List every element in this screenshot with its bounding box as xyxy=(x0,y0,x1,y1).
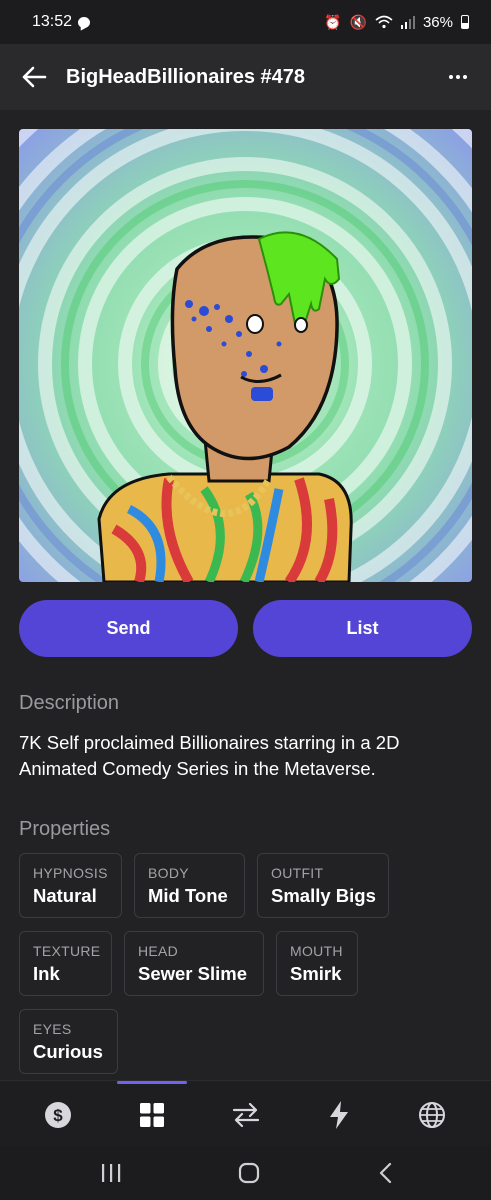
property-card: HEAD Sewer Slime xyxy=(124,931,264,996)
back-icon xyxy=(379,1162,392,1184)
battery-percent: 36% xyxy=(422,13,453,31)
mute-icon: 🔇 xyxy=(349,13,367,30)
more-horizontal-icon xyxy=(449,75,467,79)
property-card: OUTFIT Smally Bigs xyxy=(257,853,389,918)
recents-button[interactable] xyxy=(96,1160,126,1186)
property-key: HYPNOSIS xyxy=(33,865,108,881)
battery-icon xyxy=(461,15,469,29)
property-value: Curious xyxy=(33,1041,103,1062)
property-value: Ink xyxy=(33,963,60,984)
property-value: Smirk xyxy=(290,963,342,984)
nft-image xyxy=(19,129,472,582)
nav-browser[interactable] xyxy=(412,1095,452,1135)
chat-notification-icon xyxy=(78,16,91,28)
property-value: Natural xyxy=(33,885,97,906)
grid-icon xyxy=(140,1103,164,1127)
property-key: EYES xyxy=(33,1021,72,1037)
property-key: HEAD xyxy=(138,943,179,959)
property-key: TEXTURE xyxy=(33,943,101,959)
system-nav xyxy=(0,1146,491,1200)
wifi-icon xyxy=(375,15,393,29)
property-card: EYES Curious xyxy=(19,1009,118,1074)
svg-text:$: $ xyxy=(53,1106,63,1125)
status-time: 13:52 xyxy=(32,13,73,30)
property-card: MOUTH Smirk xyxy=(276,931,358,996)
property-card: TEXTURE Ink xyxy=(19,931,112,996)
page-title: BigHeadBillionaires #478 xyxy=(66,65,305,88)
description-heading: Description xyxy=(19,692,120,714)
nav-collectibles[interactable] xyxy=(132,1095,172,1135)
send-button[interactable]: Send xyxy=(19,600,238,657)
property-key: MOUTH xyxy=(290,943,343,959)
property-key: BODY xyxy=(148,865,189,881)
list-button[interactable]: List xyxy=(253,600,472,657)
properties-heading: Properties xyxy=(19,818,111,840)
description-text: 7K Self proclaimed Billionaires starring… xyxy=(19,732,400,779)
home-button[interactable] xyxy=(234,1160,264,1186)
property-value: Sewer Slime xyxy=(138,963,248,984)
nav-wallet[interactable]: $ xyxy=(38,1095,78,1135)
active-tab-indicator xyxy=(117,1081,187,1084)
more-button[interactable] xyxy=(433,44,483,110)
home-icon xyxy=(238,1162,260,1184)
recents-icon xyxy=(102,1164,121,1182)
nav-swap[interactable] xyxy=(226,1095,266,1135)
back-button[interactable] xyxy=(2,44,66,110)
bottom-nav: $ xyxy=(0,1080,491,1146)
arrow-left-icon xyxy=(22,66,47,88)
swap-icon xyxy=(232,1103,260,1127)
globe-icon xyxy=(419,1102,445,1128)
system-back-button[interactable] xyxy=(370,1160,400,1186)
status-bar: 13:52 ⏰ 🔇 36% xyxy=(0,0,491,44)
property-value: Smally Bigs xyxy=(271,885,376,906)
nav-activity[interactable] xyxy=(319,1095,359,1135)
property-card: BODY Mid Tone xyxy=(134,853,245,918)
status-icons: ⏰ 🔇 36% xyxy=(324,14,469,31)
lightning-icon xyxy=(330,1101,348,1129)
property-value: Mid Tone xyxy=(148,885,228,906)
signal-icon xyxy=(400,15,415,29)
dollar-icon: $ xyxy=(45,1102,71,1128)
alarm-icon: ⏰ xyxy=(324,13,342,30)
app-header: BigHeadBillionaires #478 xyxy=(0,44,491,110)
property-key: OUTFIT xyxy=(271,865,324,881)
property-card: HYPNOSIS Natural xyxy=(19,853,122,918)
